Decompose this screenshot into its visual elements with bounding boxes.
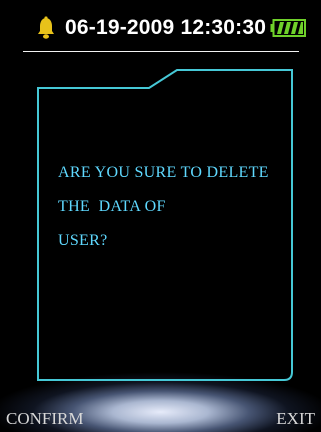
message-line: ARE YOU SURE TO DELETE xyxy=(58,164,269,181)
message-line: THE DATA OF xyxy=(58,198,166,215)
message-line: USER? xyxy=(58,232,108,249)
exit-softkey[interactable]: EXIT xyxy=(276,405,315,432)
delete-confirmation-message: ARE YOU SURE TO DELETE THE DATA OF USER? xyxy=(58,160,288,262)
confirm-softkey[interactable]: CONFIRM xyxy=(6,405,83,432)
device-screen: 06-19-2009 12:30:30 ARE YOU SURE TO DELE… xyxy=(0,0,321,432)
